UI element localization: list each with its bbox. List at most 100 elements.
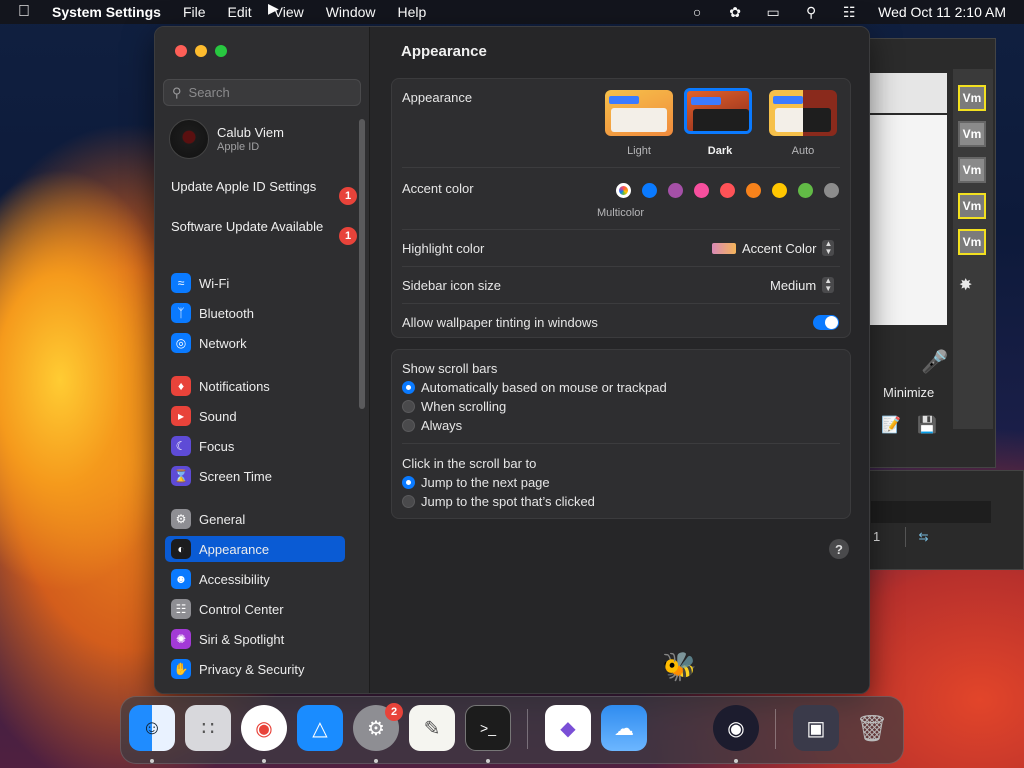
globe-icon: ◎	[171, 333, 191, 353]
textedit-icon[interactable]: ✎	[409, 705, 455, 751]
notice-badge: 1	[339, 227, 357, 245]
radio-selected	[402, 476, 415, 489]
accent-graphite-swatch[interactable]	[824, 183, 839, 198]
divider	[402, 266, 840, 267]
sidebar-icon-size-select[interactable]: Medium ▲ ▼	[770, 277, 835, 293]
siri-icon: ✺	[171, 629, 191, 649]
clock[interactable]: Wed Oct 11 2:10 AM	[878, 4, 1006, 20]
tab-icon[interactable]: ⇆	[905, 527, 941, 547]
menu-edit[interactable]: Edit	[228, 4, 252, 20]
sidebar-item-notifications[interactable]: ♦ Notifications	[165, 373, 345, 399]
menu-file[interactable]: File	[183, 4, 206, 20]
bee-icon[interactable]: ✿	[726, 4, 744, 20]
microphone-icon[interactable]: 🎤	[921, 349, 948, 375]
apple-id-account[interactable]: Calub Viem Apple ID	[169, 119, 284, 159]
screen-mirroring-icon[interactable]: ▭	[764, 4, 782, 20]
page-title: Appearance	[401, 43, 487, 60]
minimize-button[interactable]	[195, 45, 207, 57]
vm-button[interactable]: Vm	[958, 85, 986, 111]
sidebar-item-accessibility[interactable]: ☻ Accessibility	[165, 566, 345, 592]
sidebar-item-control-center[interactable]: ☷ Control Center	[165, 596, 345, 622]
running-indicator	[734, 759, 738, 763]
scroll-bars-option-always[interactable]: Always	[402, 418, 462, 433]
radio-unselected	[402, 495, 415, 508]
sidebar-item-wifi[interactable]: ≈ Wi-Fi	[165, 270, 345, 296]
accent-multicolor-swatch[interactable]	[616, 183, 631, 198]
sidebar-item-sound[interactable]: ▸ Sound	[165, 403, 345, 429]
control-center-icon[interactable]: ☷	[840, 4, 858, 20]
menu-bar:  System Settings File Edit View Window …	[0, 0, 1024, 24]
accent-blue-swatch[interactable]	[642, 183, 657, 198]
sidebar-item-privacy-security[interactable]: ✋ Privacy & Security	[165, 656, 345, 682]
radio-label: Always	[421, 418, 463, 433]
wallpaper-tinting-label: Allow wallpaper tinting in windows	[402, 315, 598, 330]
wallpaper-tinting-toggle[interactable]	[813, 315, 839, 330]
account-name: Calub Viem	[217, 125, 284, 140]
scroll-bars-option-when-scrolling[interactable]: When scrolling	[402, 399, 506, 414]
sidebar-item-screen-time[interactable]: ⌛ Screen Time	[165, 463, 345, 489]
notice-software-update[interactable]: Software Update Available 1	[171, 219, 357, 245]
apple-menu-icon[interactable]: 	[18, 3, 38, 21]
sidebar-item-label: Notifications	[199, 378, 270, 394]
appearance-option-light[interactable]	[605, 90, 673, 136]
thumb-panel	[693, 109, 749, 131]
dock-badge: 2	[385, 703, 403, 721]
sidebar-item-focus[interactable]: ☾ Focus	[165, 433, 345, 459]
visual-studio-icon[interactable]: ◆	[545, 705, 591, 751]
sidebar-item-bluetooth[interactable]: ᛉ Bluetooth	[165, 300, 345, 326]
creative-cloud-icon[interactable]: ○	[688, 4, 706, 20]
terminal-icon[interactable]: >_	[465, 705, 511, 751]
notice-label: Software Update Available	[171, 219, 324, 234]
screen-saver-icon[interactable]: ▣	[793, 705, 839, 751]
close-button[interactable]	[175, 45, 187, 57]
wifi-icon: ≈	[171, 273, 191, 293]
minimize-label[interactable]: Minimize	[883, 385, 934, 400]
sidebar-item-general[interactable]: ⚙ General	[165, 506, 345, 532]
sidebar: ⚲ Search Calub Viem Apple ID Update Appl…	[155, 27, 370, 693]
chrome-icon[interactable]: ◉	[241, 705, 287, 751]
puzzle-icon[interactable]: ✸	[959, 275, 972, 295]
finder-icon[interactable]: ☺	[129, 705, 175, 751]
appearance-option-auto[interactable]	[769, 90, 837, 136]
sidebar-item-appearance[interactable]: ◐ Appearance	[165, 536, 345, 562]
accent-yellow-swatch[interactable]	[772, 183, 787, 198]
vm-button[interactable]: Vm	[958, 193, 986, 219]
sidebar-scrollbar[interactable]	[359, 119, 365, 409]
vm-button[interactable]: Vm	[958, 229, 986, 255]
sidebar-item-label: Focus	[199, 438, 235, 454]
search-icon[interactable]: ⚲	[802, 4, 820, 20]
click-option-next-page[interactable]: Jump to the next page	[402, 475, 550, 490]
running-indicator	[374, 759, 378, 763]
vm-button[interactable]: Vm	[958, 157, 986, 183]
notes-icon[interactable]: 📝	[881, 415, 901, 435]
accent-pink-swatch[interactable]	[694, 183, 709, 198]
sidebar-item-label: Accessibility	[199, 571, 270, 587]
sidebar-item-label: Siri & Spotlight	[199, 631, 285, 647]
accent-purple-swatch[interactable]	[668, 183, 683, 198]
sidebar-icon-size-value: Medium	[770, 277, 817, 293]
sidebar-item-siri-spotlight[interactable]: ✺ Siri & Spotlight	[165, 626, 345, 652]
zoom-button[interactable]	[215, 45, 227, 57]
accent-orange-swatch[interactable]	[746, 183, 761, 198]
disk-icon[interactable]: 💾	[917, 415, 937, 435]
sidebar-item-network[interactable]: ◎ Network	[165, 330, 345, 356]
vm-button[interactable]: Vm	[958, 121, 986, 147]
accent-red-swatch[interactable]	[720, 183, 735, 198]
accent-green-swatch[interactable]	[798, 183, 813, 198]
notice-update-apple-id[interactable]: Update Apple ID Settings 1	[171, 179, 357, 205]
search-field[interactable]: ⚲ Search	[163, 79, 361, 106]
launchpad-icon[interactable]: ∷	[185, 705, 231, 751]
menu-app-name[interactable]: System Settings	[52, 4, 161, 20]
help-button[interactable]: ?	[829, 539, 849, 559]
menu-help[interactable]: Help	[398, 4, 427, 20]
app-store-icon[interactable]: △	[297, 705, 343, 751]
weather-icon[interactable]: ☁	[601, 705, 647, 751]
obs-icon[interactable]: ◉	[713, 705, 759, 751]
bell-icon: ♦	[171, 376, 191, 396]
trash-icon[interactable]: 🗑	[849, 705, 895, 751]
menu-window[interactable]: Window	[326, 4, 376, 20]
highlight-color-select[interactable]: Accent Color ▲ ▼	[712, 240, 835, 256]
click-option-spot-clicked[interactable]: Jump to the spot that’s clicked	[402, 494, 595, 509]
scroll-bars-option-automatic[interactable]: Automatically based on mouse or trackpad	[402, 380, 667, 395]
appearance-option-dark[interactable]	[684, 88, 752, 134]
